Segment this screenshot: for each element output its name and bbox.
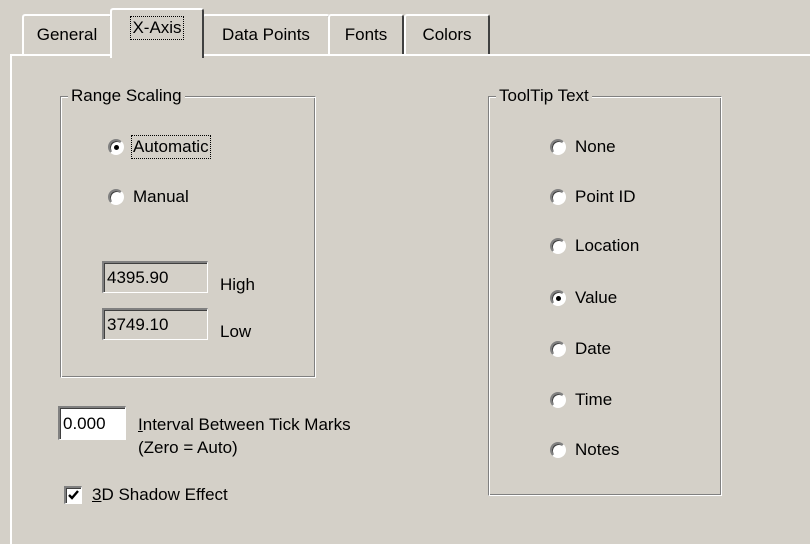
shadow-label[interactable]: 3D Shadow Effect <box>92 485 228 505</box>
tick-interval-input[interactable]: 0.000 <box>58 406 126 440</box>
radio-label: Location <box>575 236 640 255</box>
checkmark-icon <box>68 490 79 500</box>
radio-date[interactable]: Date <box>550 339 611 359</box>
radio-button-icon[interactable] <box>550 290 566 306</box>
radio-button-icon[interactable] <box>108 189 124 205</box>
x-axis-panel: Range Scaling Automatic Manual 4395.90 H… <box>10 54 810 544</box>
radio-button-icon[interactable] <box>550 341 566 357</box>
radio-point-id[interactable]: Point ID <box>550 187 635 207</box>
radio-button-icon[interactable] <box>550 442 566 458</box>
shadow-checkbox[interactable] <box>64 486 82 504</box>
tick-interval-sublabel: (Zero = Auto) <box>138 438 238 457</box>
radio-label: None <box>575 137 616 156</box>
low-value-field: 3749.10 <box>102 308 208 340</box>
radio-location[interactable]: Location <box>550 236 639 256</box>
radio-label: Point ID <box>575 187 636 206</box>
tab-colors[interactable]: Colors <box>404 14 490 54</box>
tab-strip: General X-Axis Data Points Fonts Colors <box>0 0 810 58</box>
tick-interval-label: Interval Between Tick Marks <box>138 415 351 435</box>
shadow-label-rest: D Shadow Effect <box>101 485 228 504</box>
radio-label: Manual <box>133 187 189 206</box>
radio-automatic[interactable]: Automatic <box>108 135 211 159</box>
radio-label: Date <box>575 339 611 358</box>
tab-label: X-Axis <box>130 16 184 40</box>
tab-x-axis[interactable]: X-Axis <box>110 8 204 58</box>
radio-button-icon[interactable] <box>108 139 124 155</box>
radio-manual[interactable]: Manual <box>108 187 189 207</box>
high-value-field: 4395.90 <box>102 261 208 293</box>
tab-fonts[interactable]: Fonts <box>328 14 404 54</box>
radio-label: Automatic <box>131 135 211 159</box>
range-scaling-title: Range Scaling <box>68 86 185 106</box>
tab-label: Colors <box>422 25 472 44</box>
low-label: Low <box>220 322 252 341</box>
radio-label: Notes <box>575 440 620 459</box>
radio-button-icon[interactable] <box>550 392 566 408</box>
tab-label: General <box>36 25 98 44</box>
radio-label: Time <box>575 390 613 409</box>
tab-general[interactable]: General <box>22 14 112 54</box>
radio-time[interactable]: Time <box>550 390 612 410</box>
range-scaling-group: Range Scaling Automatic Manual 4395.90 H… <box>60 86 316 378</box>
radio-button-icon[interactable] <box>550 139 566 155</box>
tooltip-text-group: ToolTip Text None Point ID Location Valu… <box>488 86 722 496</box>
tab-label: Data Points <box>222 25 310 44</box>
radio-none[interactable]: None <box>550 137 616 157</box>
tab-label: Fonts <box>344 25 388 44</box>
tooltip-text-title: ToolTip Text <box>496 86 592 106</box>
radio-value[interactable]: Value <box>550 288 617 308</box>
tick-interval-label-rest: nterval Between Tick Marks <box>142 415 351 434</box>
radio-label: Value <box>575 288 618 307</box>
radio-button-icon[interactable] <box>550 238 566 254</box>
radio-button-icon[interactable] <box>550 189 566 205</box>
high-label: High <box>220 275 255 294</box>
radio-notes[interactable]: Notes <box>550 440 619 460</box>
tab-data-points[interactable]: Data Points <box>202 14 330 54</box>
